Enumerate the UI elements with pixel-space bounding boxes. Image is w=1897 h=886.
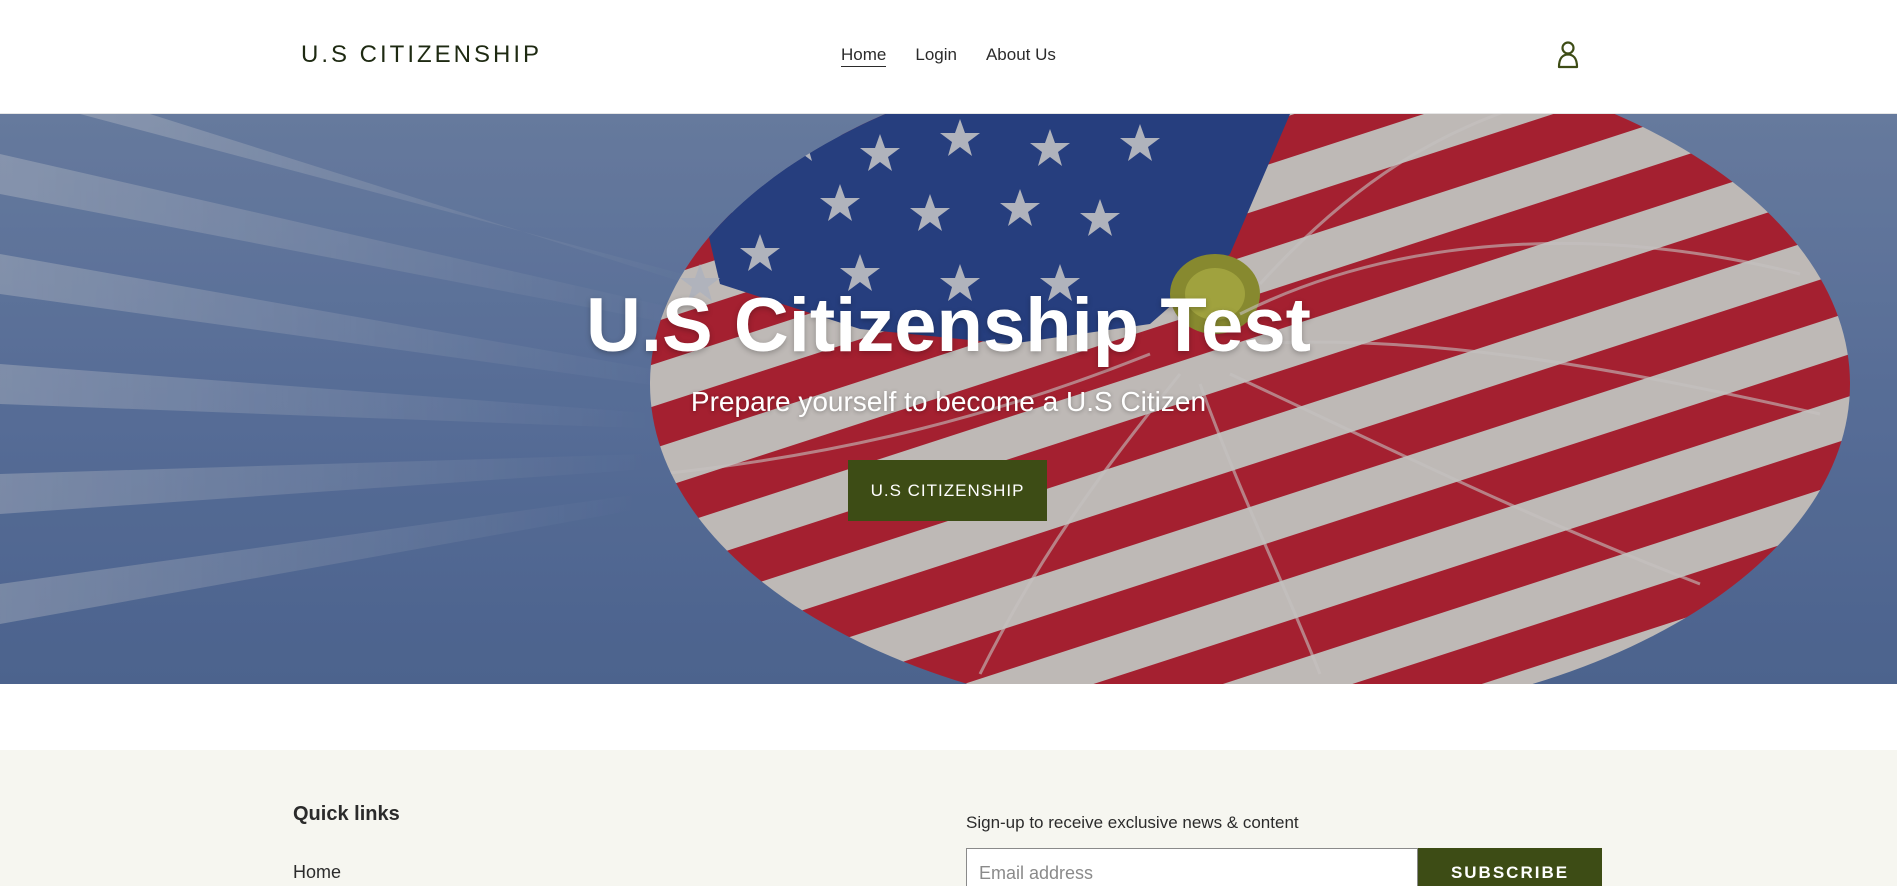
user-icon xyxy=(1557,41,1579,69)
hero-subtitle: Prepare yourself to become a U.S Citizen xyxy=(690,386,1207,417)
main-nav: Home Login About Us xyxy=(841,45,1056,67)
footer-link-home[interactable]: Home xyxy=(293,862,341,883)
email-field[interactable] xyxy=(966,848,1418,886)
site-header: U.S CITIZENSHIP Home Login About Us xyxy=(0,0,1897,114)
page: U.S CITIZENSHIP Home Login About Us U.S … xyxy=(0,0,1897,886)
newsletter-signup-text: Sign-up to receive exclusive news & cont… xyxy=(966,813,1299,832)
nav-item-about-us[interactable]: About Us xyxy=(986,45,1056,67)
hero-title: U.S Citizenship Test xyxy=(586,283,1311,368)
nav-item-home[interactable]: Home xyxy=(841,45,887,67)
account-button[interactable] xyxy=(1555,40,1581,70)
hero-banner: U.S Citizenship Test Prepare yourself to… xyxy=(0,114,1897,684)
hero-cta-button[interactable]: U.S CITIZENSHIP xyxy=(848,460,1047,521)
subscribe-button[interactable]: SUBSCRIBE xyxy=(1418,848,1602,886)
site-logo[interactable]: U.S CITIZENSHIP xyxy=(301,41,542,69)
site-footer: Quick links Home Sign-up to receive excl… xyxy=(0,750,1897,886)
quick-links-heading: Quick links xyxy=(293,803,400,825)
nav-item-login[interactable]: Login xyxy=(915,45,957,67)
